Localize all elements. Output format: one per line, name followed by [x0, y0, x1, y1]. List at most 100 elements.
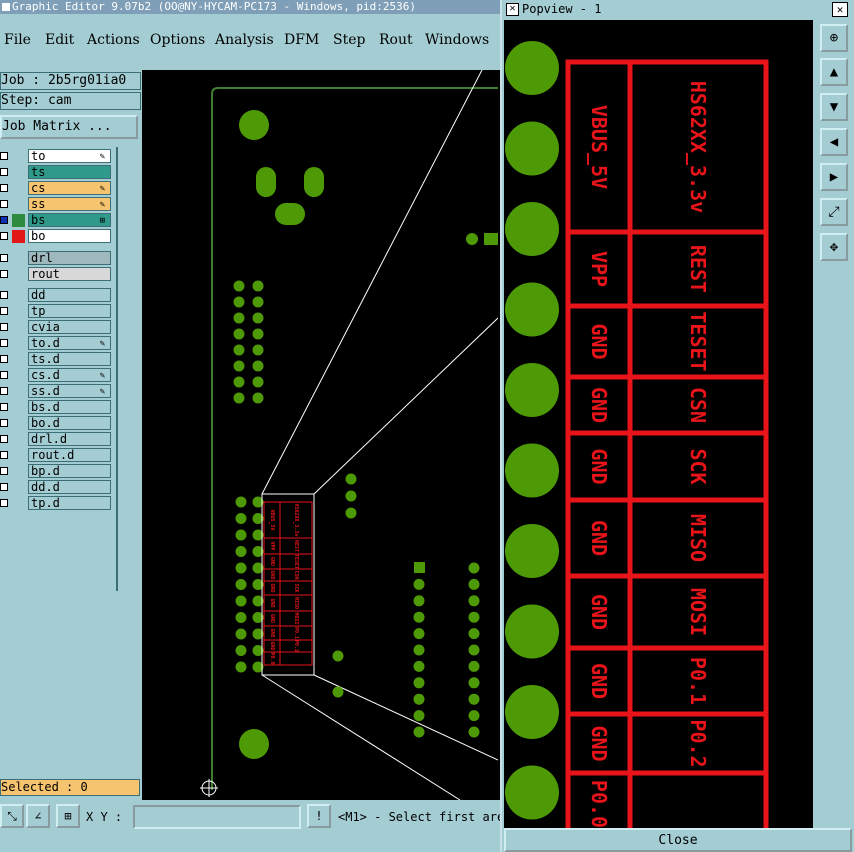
popview-close-x-icon[interactable]: ✕: [832, 2, 848, 17]
layer-name[interactable]: dd.d: [28, 480, 111, 494]
menu-options[interactable]: Options: [150, 32, 205, 48]
layer-name[interactable]: tp: [28, 304, 111, 318]
pan-down-button[interactable]: ▼: [820, 93, 848, 121]
layer-name[interactable]: drl: [28, 251, 111, 265]
menu-rout[interactable]: Rout: [379, 32, 413, 48]
layer-name[interactable]: bs ⊞: [28, 213, 111, 227]
layer-name[interactable]: bs.d: [28, 400, 111, 414]
layer-checkbox[interactable]: [0, 216, 8, 224]
layer-row[interactable]: bs ⊞: [0, 213, 114, 227]
layer-name[interactable]: drl.d: [28, 432, 111, 446]
layer-row[interactable]: bo.d: [0, 416, 114, 430]
layer-name[interactable]: cs ✎: [28, 181, 111, 195]
layer-checkbox[interactable]: [0, 451, 8, 459]
menu-analysis[interactable]: Analysis: [215, 32, 274, 48]
layer-checkbox[interactable]: [0, 168, 8, 176]
pin-label-right: P0.2: [293, 640, 299, 652]
layer-checkbox[interactable]: [0, 467, 8, 475]
popview-window: ✕ Popview - 1 ✕ VBUS_5V HS62XX_3.3v VPP RES…: [500, 0, 854, 852]
layer-row[interactable]: cs ✎: [0, 181, 114, 195]
layer-row[interactable]: cvia: [0, 320, 114, 334]
layer-name[interactable]: bo: [28, 229, 111, 243]
layer-checkbox[interactable]: [0, 323, 8, 331]
pad: [233, 360, 245, 372]
layer-row[interactable]: bp.d: [0, 464, 114, 478]
layer-row[interactable]: dd: [0, 288, 114, 302]
layer-checkbox[interactable]: [0, 307, 8, 315]
layer-checkbox[interactable]: [0, 435, 8, 443]
layer-checkbox[interactable]: [0, 355, 8, 363]
layer-checkbox[interactable]: [0, 232, 8, 240]
layer-row[interactable]: ts.d: [0, 352, 114, 366]
pan-right-button[interactable]: ▶: [820, 163, 848, 191]
layer-name[interactable]: cvia: [28, 320, 111, 334]
layer-checkbox[interactable]: [0, 499, 8, 507]
layer-color-swatch[interactable]: [12, 230, 25, 243]
pan-up-button[interactable]: ▲: [820, 58, 848, 86]
menu-dfm[interactable]: DFM: [284, 32, 319, 48]
layer-row[interactable]: drl.d: [0, 432, 114, 446]
menu-edit[interactable]: Edit: [45, 32, 74, 48]
layer-name[interactable]: tp.d: [28, 496, 111, 510]
layer-checkbox[interactable]: [0, 403, 8, 411]
layer-name[interactable]: to ✎: [28, 149, 111, 163]
zoom-in-button[interactable]: ⊕: [820, 24, 848, 52]
layer-row[interactable]: bo: [0, 229, 114, 243]
layer-name[interactable]: dd: [28, 288, 111, 302]
layer-row[interactable]: bs.d: [0, 400, 114, 414]
layer-row[interactable]: dd.d: [0, 480, 114, 494]
layer-checkbox[interactable]: [0, 152, 8, 160]
menu-actions[interactable]: Actions: [87, 32, 140, 48]
layer-checkbox[interactable]: [0, 270, 8, 278]
layer-checkbox[interactable]: [0, 291, 8, 299]
zoom-tool-button[interactable]: ⤡: [0, 804, 24, 828]
layer-name[interactable]: rout: [28, 267, 111, 281]
layer-name[interactable]: ss.d ✎: [28, 384, 111, 398]
popview-close-icon[interactable]: ✕: [506, 3, 519, 16]
layer-row[interactable]: tp: [0, 304, 114, 318]
layer-row[interactable]: ss.d ✎: [0, 384, 114, 398]
pcb-canvas[interactable]: VBUS_5V HS62XX_3.3v VPP REST GND TESET GND CSN G…: [142, 70, 498, 800]
layer-row[interactable]: tp.d: [0, 496, 114, 510]
pan-left-button[interactable]: ◀: [820, 128, 848, 156]
layer-name[interactable]: ts.d: [28, 352, 111, 366]
layer-name[interactable]: cs.d ✎: [28, 368, 111, 382]
measure-tool-button[interactable]: ∠: [26, 804, 50, 828]
layer-checkbox[interactable]: [0, 200, 8, 208]
layer-name[interactable]: ts: [28, 165, 111, 179]
menu-file[interactable]: File: [4, 32, 31, 48]
exclamation-icon: !: [315, 809, 323, 823]
layer-row[interactable]: drl: [0, 251, 114, 265]
edit-mark-icon: ✎: [99, 200, 105, 210]
layer-name[interactable]: bo.d: [28, 416, 111, 430]
layer-row[interactable]: rout: [0, 267, 114, 281]
fit-button[interactable]: ⤢: [820, 198, 848, 226]
layer-checkbox[interactable]: [0, 184, 8, 192]
layer-row[interactable]: rout.d: [0, 448, 114, 462]
close-button[interactable]: Close: [504, 828, 852, 852]
layer-name[interactable]: ss ✎: [28, 197, 111, 211]
layer-color-swatch[interactable]: [12, 214, 25, 227]
center-button[interactable]: ✥: [820, 233, 848, 261]
job-matrix-button[interactable]: Job Matrix ...: [0, 115, 138, 139]
grid-tool-button[interactable]: ⊞: [56, 804, 80, 828]
layer-checkbox[interactable]: [0, 419, 8, 427]
layer-checkbox[interactable]: [0, 387, 8, 395]
layer-name[interactable]: to.d ✎: [28, 336, 111, 350]
xy-coordinate-input[interactable]: [133, 805, 301, 829]
layer-checkbox[interactable]: [0, 371, 8, 379]
layer-row[interactable]: ss ✎: [0, 197, 114, 211]
alert-button[interactable]: !: [307, 804, 331, 828]
layer-name[interactable]: bp.d: [28, 464, 111, 478]
layer-row[interactable]: to.d ✎: [0, 336, 114, 350]
layer-name[interactable]: rout.d: [28, 448, 111, 462]
layer-checkbox[interactable]: [0, 254, 8, 262]
layer-row[interactable]: ts: [0, 165, 114, 179]
menu-step[interactable]: Step: [333, 32, 365, 48]
menu-windows[interactable]: Windows: [425, 32, 489, 48]
layer-row[interactable]: cs.d ✎: [0, 368, 114, 382]
layer-row[interactable]: to ✎: [0, 149, 114, 163]
layer-checkbox[interactable]: [0, 339, 8, 347]
layer-checkbox[interactable]: [0, 483, 8, 491]
popview-canvas[interactable]: VBUS_5V HS62XX_3.3v VPP REST GND TESET GND CSN G…: [504, 20, 813, 828]
